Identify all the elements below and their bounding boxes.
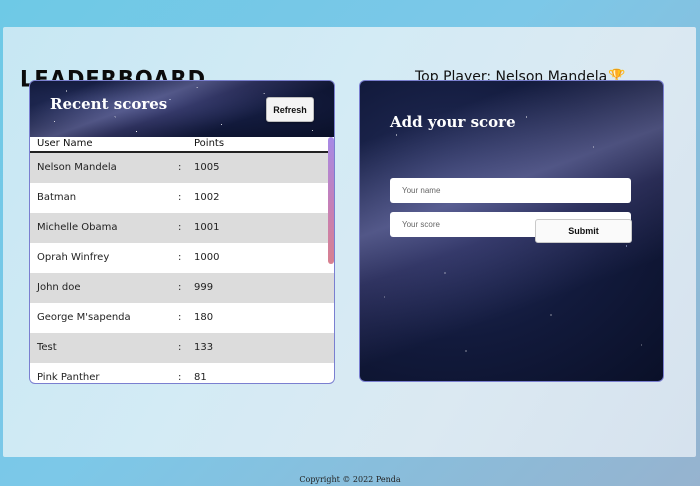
table-row: Batman : 1002 (30, 183, 334, 213)
row-username: Nelson Mandela (37, 162, 117, 173)
row-username: George M'sapenda (37, 312, 131, 323)
recent-scores-title: Recent scores (50, 95, 168, 113)
row-username: Michelle Obama (37, 222, 118, 233)
table-row: Pink Panther : 81 (30, 363, 334, 383)
row-points: 1005 (194, 162, 220, 173)
table-row: Oprah Winfrey : 1000 (30, 243, 334, 273)
row-username: Oprah Winfrey (37, 252, 110, 263)
row-points: 81 (194, 372, 207, 383)
row-points: 999 (194, 282, 214, 293)
row-separator: : (178, 372, 182, 383)
footer-copyright: Copyright © 2022 Penda (299, 475, 401, 484)
table-row: George M'sapenda : 180 (30, 303, 334, 333)
scores-scrollbar[interactable] (328, 137, 334, 264)
recent-scores-card: Recent scores Refresh User Name Points N… (30, 81, 334, 383)
row-separator: : (178, 162, 182, 173)
row-username: Test (37, 342, 57, 353)
name-input[interactable] (390, 178, 631, 203)
row-separator: : (178, 252, 182, 263)
table-row: Test : 133 (30, 333, 334, 363)
add-score-card: Add your score Submit (360, 81, 663, 381)
row-points: 1002 (194, 192, 220, 203)
row-username: Batman (37, 192, 77, 203)
row-points: 133 (194, 342, 214, 353)
table-row: Michelle Obama : 1001 (30, 213, 334, 243)
scores-table[interactable]: User Name Points Nelson Mandela : 1005 B… (30, 137, 334, 383)
row-username: Pink Panther (37, 372, 100, 383)
table-row: Nelson Mandela : 1005 (30, 153, 334, 183)
row-separator: : (178, 222, 182, 233)
column-header-points: Points (194, 138, 225, 149)
column-header-username: User Name (37, 138, 93, 149)
table-row: John doe : 999 (30, 273, 334, 303)
row-points: 1000 (194, 252, 220, 263)
row-separator: : (178, 342, 182, 353)
row-username: John doe (37, 282, 81, 293)
row-separator: : (178, 282, 182, 293)
refresh-button[interactable]: Refresh (266, 97, 314, 122)
row-points: 180 (194, 312, 214, 323)
row-separator: : (178, 312, 182, 323)
recent-scores-header: Recent scores Refresh (30, 81, 334, 137)
row-points: 1001 (194, 222, 220, 233)
row-separator: : (178, 192, 182, 203)
submit-button[interactable]: Submit (535, 219, 632, 243)
add-score-title: Add your score (390, 113, 516, 131)
scores-table-header: User Name Points (30, 137, 334, 153)
